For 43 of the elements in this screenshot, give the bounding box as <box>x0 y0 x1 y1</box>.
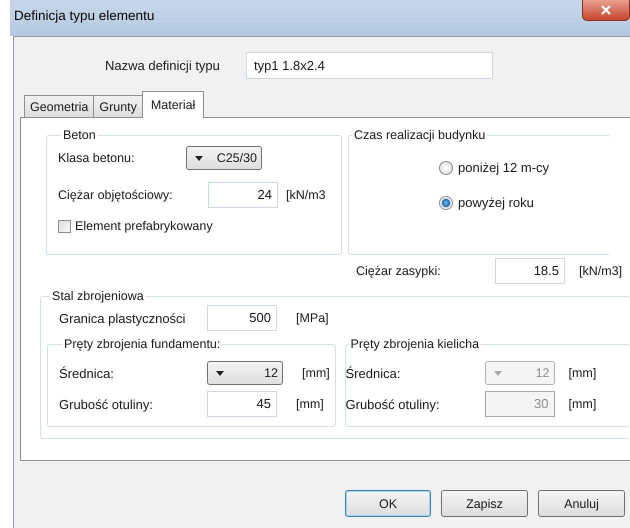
group-title: Beton <box>62 128 97 142</box>
input-field[interactable]: 18.5 <box>495 258 565 284</box>
group-title: Pręty zbrojenia kielicha <box>350 337 480 351</box>
unit-label: [mm] <box>568 366 596 380</box>
dropdown[interactable]: C25/30 <box>186 146 262 170</box>
unit-label: [mm] <box>296 397 324 411</box>
input-field[interactable]: 500 <box>207 305 277 331</box>
unit-label: [mm] <box>568 397 596 411</box>
field-label: Grubość otuliny: <box>346 396 440 412</box>
input-field[interactable]: 24 <box>208 182 278 208</box>
unit-label: [mm] <box>302 366 330 380</box>
close-button[interactable] <box>582 0 630 21</box>
field-label: Klasa betonu: <box>58 151 136 165</box>
input-field[interactable]: 45 <box>207 391 277 417</box>
close-icon <box>600 5 612 15</box>
tab[interactable]: Geometria <box>24 95 94 117</box>
field-label: Średnica: <box>59 366 115 380</box>
dialog-button[interactable]: Zapisz <box>441 490 528 517</box>
field-label: Ciężar zasypki: <box>356 264 442 278</box>
group-title: Pręty zbrojenia fundamentu: <box>63 337 222 351</box>
radio-button[interactable] <box>439 196 453 210</box>
tab[interactable]: Grunty <box>93 95 143 117</box>
input-field[interactable]: typ1 1.8x2.4 <box>246 52 493 78</box>
dialog-button[interactable]: Anuluj <box>538 490 625 517</box>
checkbox-label: Element prefabrykowany <box>75 219 213 233</box>
dropdown[interactable]: 12 <box>207 361 283 385</box>
unit-label: [kN/m3 <box>286 188 326 202</box>
group-title: Czas realizacji budynku <box>353 128 486 142</box>
field-label: Grubość otuliny: <box>59 396 154 412</box>
unit-label: [kN/m3] <box>579 264 622 278</box>
window-title: Definicja typu elementu <box>14 8 154 22</box>
dialog-button[interactable]: OK <box>345 490 431 517</box>
checkbox[interactable] <box>58 220 71 232</box>
unit-label: [MPa] <box>296 311 329 325</box>
group-title: Stal zbrojeniowa <box>51 289 145 303</box>
field-label: Granica plastyczności <box>59 310 186 326</box>
field-label: Średnica: <box>346 366 402 380</box>
tab[interactable]: Materiał <box>142 91 204 118</box>
radio-button[interactable] <box>439 160 453 174</box>
radio-label: powyżej roku <box>458 195 534 210</box>
field-label: Nazwa definicji typu <box>105 58 221 72</box>
field-label: Ciężar objętościowy: <box>58 188 174 202</box>
radio-label: poniżej 12 m-cy <box>458 160 550 175</box>
